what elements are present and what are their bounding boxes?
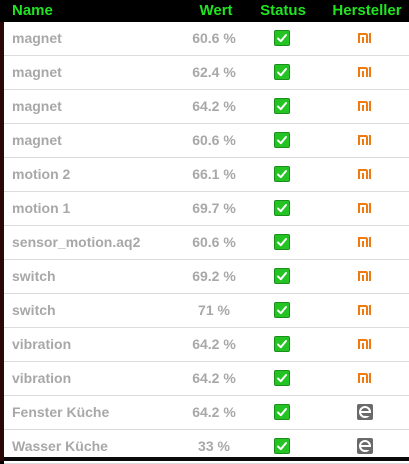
status-checkbox[interactable] — [274, 30, 290, 46]
xiaomi-icon — [357, 269, 371, 283]
battery-value: 60.6 % — [192, 30, 236, 46]
device-name: Fenster Küche — [12, 404, 110, 420]
e-brand-icon — [357, 404, 373, 420]
table-header: Name Wert Status Hersteller — [0, 0, 409, 22]
table-row: vibration 64.2 % — [4, 362, 409, 396]
xiaomi-icon — [357, 371, 371, 385]
device-name: magnet — [12, 98, 62, 114]
xiaomi-icon — [357, 65, 371, 79]
status-checkbox[interactable] — [274, 404, 290, 420]
bottom-border — [4, 457, 409, 461]
column-header-wert[interactable]: Wert — [196, 2, 236, 20]
device-name: magnet — [12, 64, 62, 80]
battery-value: 69.2 % — [192, 268, 236, 284]
table-row: vibration 64.2 % — [4, 328, 409, 362]
battery-value: 66.1 % — [192, 166, 236, 182]
device-name: magnet — [12, 30, 62, 46]
device-name: motion 2 — [12, 166, 71, 182]
column-header-status[interactable]: Status — [258, 2, 308, 20]
table-row: motion 2 66.1 % — [4, 158, 409, 192]
battery-status-table: Name Wert Status Hersteller magnet 60.6 %… — [0, 0, 409, 464]
xiaomi-icon — [357, 303, 371, 317]
device-name: switch — [12, 268, 56, 284]
device-name: motion 1 — [12, 200, 71, 216]
table-row: sensor_motion.aq2 60.6 % — [4, 226, 409, 260]
table-row: magnet 62.4 % — [4, 56, 409, 90]
battery-value: 64.2 % — [192, 370, 236, 386]
table-row: magnet 60.6 % — [4, 22, 409, 56]
table-body: magnet 60.6 % magnet 62.4 % magnet 64.2 % magn… — [4, 22, 409, 464]
battery-value: 64.2 % — [192, 336, 236, 352]
status-checkbox[interactable] — [274, 302, 290, 318]
column-header-hersteller[interactable]: Hersteller — [328, 2, 406, 20]
battery-value: 60.6 % — [192, 234, 236, 250]
battery-value: 71 % — [198, 302, 230, 318]
device-name: sensor_motion.aq2 — [12, 234, 141, 250]
table-row: magnet 64.2 % — [4, 90, 409, 124]
battery-value: 64.2 % — [192, 404, 236, 420]
status-checkbox[interactable] — [274, 98, 290, 114]
battery-value: 69.7 % — [192, 200, 236, 216]
xiaomi-icon — [357, 337, 371, 351]
status-checkbox[interactable] — [274, 234, 290, 250]
status-checkbox[interactable] — [274, 200, 290, 216]
column-header-name[interactable]: Name — [12, 2, 53, 20]
table-row: switch 71 % — [4, 294, 409, 328]
status-checkbox[interactable] — [274, 64, 290, 80]
battery-value: 62.4 % — [192, 64, 236, 80]
xiaomi-icon — [357, 201, 371, 215]
device-name: vibration — [12, 370, 72, 386]
status-checkbox[interactable] — [274, 438, 290, 454]
xiaomi-icon — [357, 99, 371, 113]
table-row: Fenster Küche 64.2 % — [4, 396, 409, 430]
status-checkbox[interactable] — [274, 370, 290, 386]
table-row: magnet 60.6 % — [4, 124, 409, 158]
device-name: magnet — [12, 132, 62, 148]
device-name: switch — [12, 302, 56, 318]
xiaomi-icon — [357, 133, 371, 147]
battery-value: 64.2 % — [192, 98, 236, 114]
table-row: motion 1 69.7 % — [4, 192, 409, 226]
xiaomi-icon — [357, 235, 371, 249]
battery-value: 60.6 % — [192, 132, 236, 148]
e-brand-icon — [357, 438, 373, 454]
device-name: vibration — [12, 336, 72, 352]
status-checkbox[interactable] — [274, 132, 290, 148]
xiaomi-icon — [357, 167, 371, 181]
xiaomi-icon — [357, 31, 371, 45]
status-checkbox[interactable] — [274, 268, 290, 284]
status-checkbox[interactable] — [274, 166, 290, 182]
table-row: switch 69.2 % — [4, 260, 409, 294]
status-checkbox[interactable] — [274, 336, 290, 352]
